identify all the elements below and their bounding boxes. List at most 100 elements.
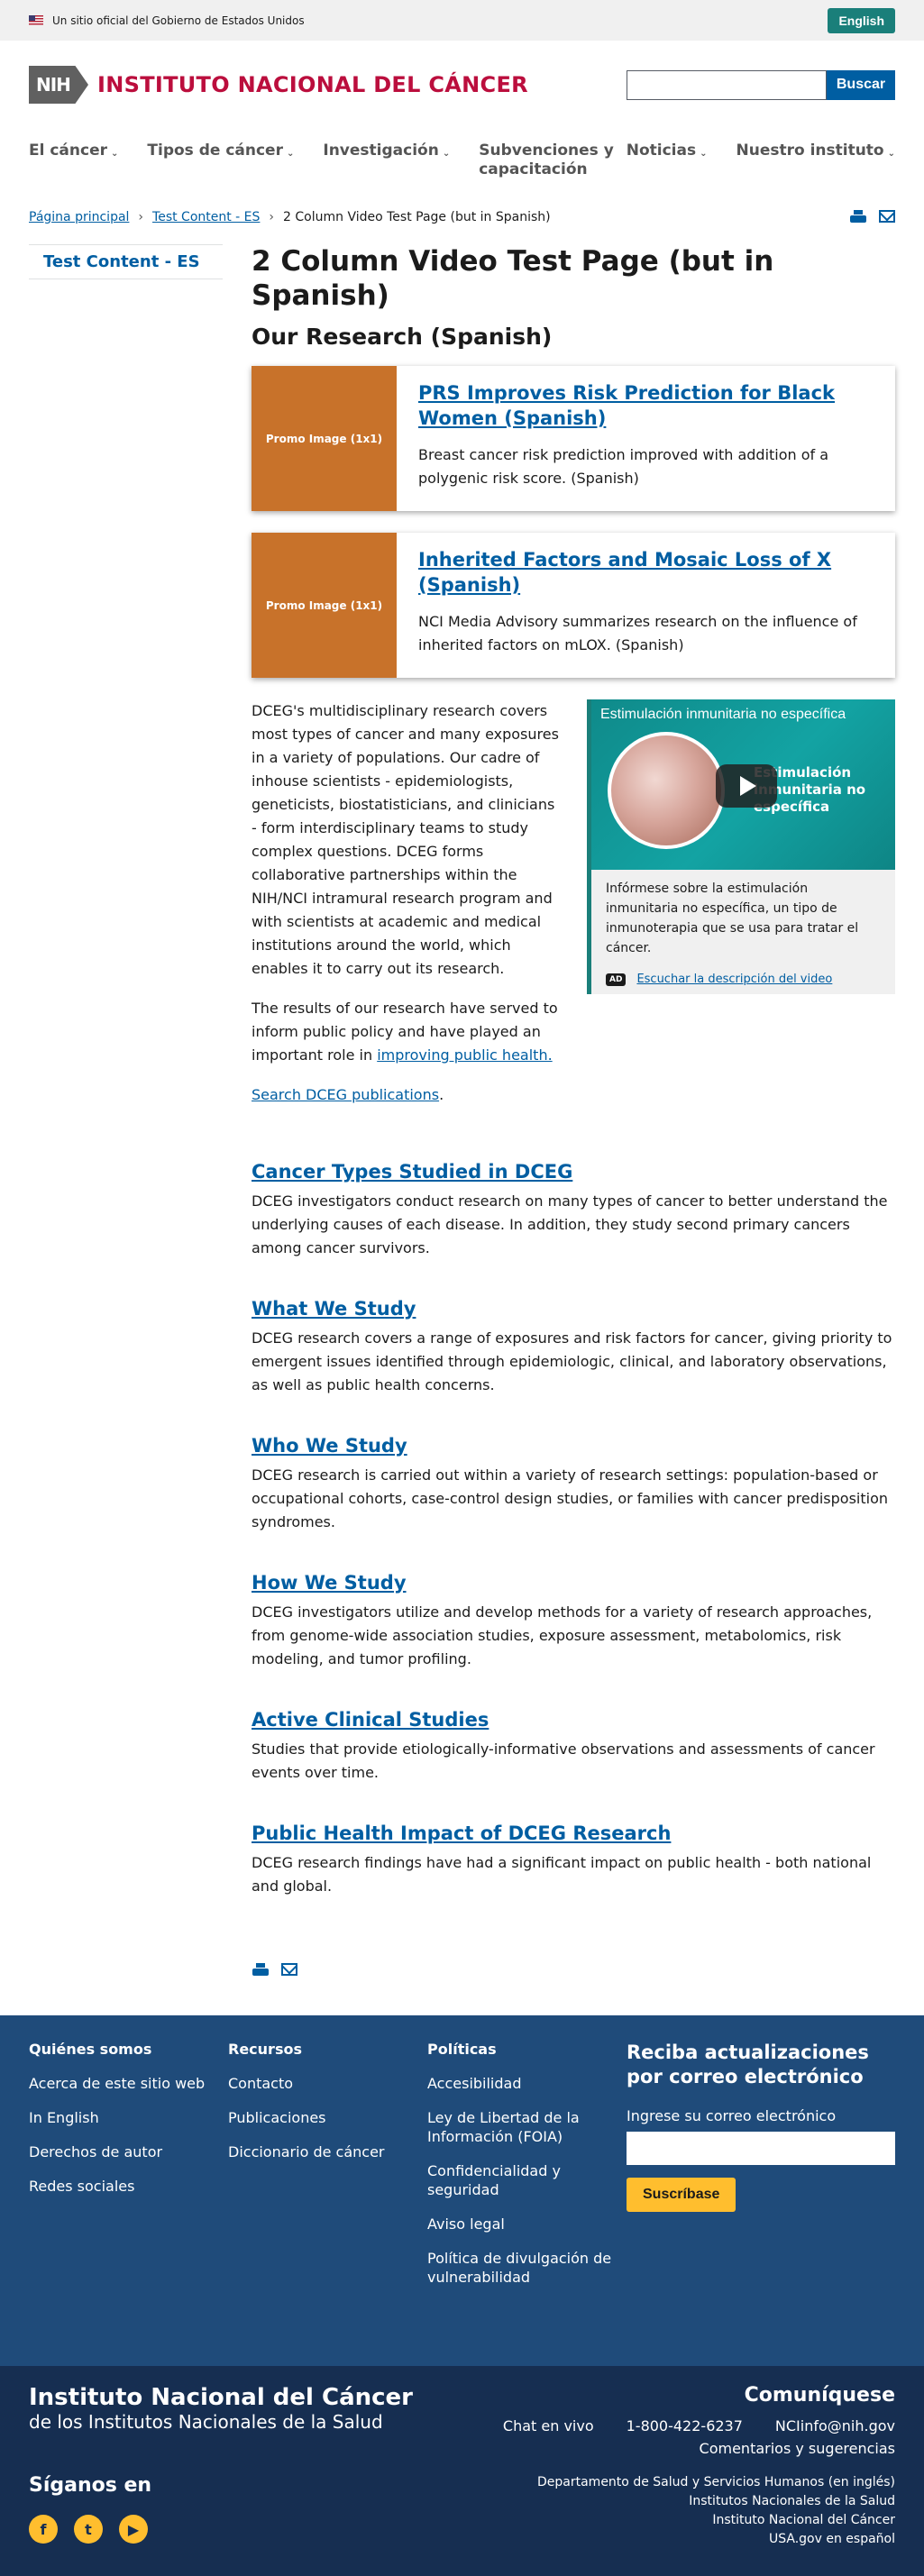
improving-public-health-link[interactable]: improving public health. bbox=[377, 1046, 552, 1064]
video-thumbnail[interactable]: Estimulación inmunitaria no específica E… bbox=[591, 699, 895, 870]
breadcrumb-parent-link[interactable]: Test Content - ES bbox=[152, 210, 260, 224]
site-footer: Quiénes somos Acerca de este sitio web I… bbox=[0, 2015, 924, 2366]
topic-text: DCEG investigators conduct research on m… bbox=[252, 1192, 888, 1256]
topic-text: DCEG research is carried out within a va… bbox=[252, 1466, 889, 1530]
chevron-down-icon: ⌄ bbox=[442, 149, 451, 159]
footer-link[interactable]: Diccionario de cáncer bbox=[228, 2142, 427, 2161]
footer-gov-link[interactable]: Departamento de Salud y Servicios Humano… bbox=[503, 2473, 895, 2492]
email-icon[interactable] bbox=[879, 210, 895, 223]
nav-item-tipos-de-cancer[interactable]: Tipos de cáncer ⌄ bbox=[147, 142, 294, 179]
footer-col-policies: Políticas Accesibilidad Ley de Libertad … bbox=[427, 2041, 627, 2341]
print-icon[interactable] bbox=[252, 1963, 269, 1978]
footer-link[interactable]: Aviso legal bbox=[427, 2215, 627, 2233]
footer-link[interactable]: Política de divulgación de vulnerabilida… bbox=[427, 2249, 627, 2287]
footer-org-name: Instituto Nacional del Cáncer bbox=[29, 2384, 414, 2411]
card-title-link[interactable]: PRS Improves Risk Prediction for Black W… bbox=[418, 380, 874, 431]
play-icon[interactable] bbox=[716, 764, 777, 808]
search-form: Buscar bbox=[627, 69, 895, 100]
footer-link[interactable]: Redes sociales bbox=[29, 2177, 228, 2196]
english-language-button[interactable]: English bbox=[828, 7, 895, 33]
footer-heading: Quiénes somos bbox=[29, 2041, 152, 2058]
topic-section: Active Clinical Studies Studies that pro… bbox=[252, 1709, 895, 1785]
chevron-down-icon: ⌄ bbox=[111, 149, 119, 159]
footer-link[interactable]: Publicaciones bbox=[228, 2108, 427, 2127]
gov-banner: Un sitio oficial del Gobierno de Estados… bbox=[0, 0, 924, 41]
footer-link[interactable]: In English bbox=[29, 2108, 228, 2127]
footer-col-about: Quiénes somos Acerca de este sitio web I… bbox=[29, 2041, 228, 2341]
search-input[interactable] bbox=[627, 69, 827, 100]
us-flag-icon bbox=[29, 15, 43, 25]
print-icon[interactable] bbox=[850, 210, 866, 224]
card-title-link[interactable]: Inherited Factors and Mosaic Loss of X (… bbox=[418, 547, 874, 598]
footer-gov-link[interactable]: USA.gov en español bbox=[503, 2530, 895, 2549]
subscribe-button[interactable]: Suscríbase bbox=[627, 2178, 736, 2212]
footer-link[interactable]: Acerca de este sitio web bbox=[29, 2074, 228, 2093]
card-description: NCI Media Advisory summarizes research o… bbox=[418, 613, 857, 653]
footer-gov-link[interactable]: Instituto Nacional del Cáncer bbox=[503, 2511, 895, 2530]
phone-link[interactable]: 1-800-422-6237 bbox=[627, 2417, 743, 2434]
topic-heading-link[interactable]: Cancer Types Studied in DCEG bbox=[252, 1161, 895, 1183]
body-paragraph: The results of our research have served … bbox=[252, 1000, 558, 1064]
page-utilities bbox=[850, 210, 895, 224]
email-link[interactable]: NCIinfo@nih.gov bbox=[775, 2417, 895, 2434]
breadcrumb-home-link[interactable]: Página principal bbox=[29, 210, 129, 224]
topic-text: DCEG research findings have had a signif… bbox=[252, 1854, 872, 1895]
footer-link[interactable]: Contacto bbox=[228, 2074, 427, 2093]
topic-heading-link[interactable]: How We Study bbox=[252, 1572, 895, 1594]
email-signup: Reciba actualizaciones por correo electr… bbox=[627, 2041, 895, 2341]
nci-logo[interactable]: NIH INSTITUTO NACIONAL DEL CÁNCER bbox=[29, 66, 528, 104]
twitter-icon[interactable]: t bbox=[74, 2515, 103, 2544]
footer-link[interactable]: Accesibilidad bbox=[427, 2074, 627, 2093]
topic-heading-link[interactable]: Who We Study bbox=[252, 1435, 895, 1457]
nav-item-subvenciones[interactable]: Subvenciones y capacitación bbox=[479, 142, 623, 179]
feature-card[interactable]: Promo Image (1x1) Inherited Factors and … bbox=[252, 533, 895, 678]
content-area: Test Content - ES 2 Column Video Test Pa… bbox=[0, 244, 924, 1898]
chevron-down-icon: ⌄ bbox=[286, 149, 295, 159]
topic-heading-link[interactable]: Active Clinical Studies bbox=[252, 1709, 895, 1731]
search-publications-link[interactable]: Search DCEG publications bbox=[252, 1086, 439, 1103]
topic-text: DCEG research covers a range of exposure… bbox=[252, 1329, 892, 1393]
nav-item-noticias[interactable]: Noticias ⌄ bbox=[627, 142, 708, 163]
comments-link[interactable]: Comentarios y sugerencias bbox=[503, 2440, 895, 2457]
chevron-right-icon: › bbox=[269, 210, 275, 224]
promo-image: Promo Image (1x1) bbox=[252, 533, 397, 678]
footer-link[interactable]: Confidencialidad y seguridad bbox=[427, 2161, 627, 2199]
nav-item-investigacion[interactable]: Investigación ⌄ bbox=[323, 142, 450, 179]
footer-gov-link[interactable]: Institutos Nacionales de la Salud bbox=[503, 2492, 895, 2511]
two-column-section: DCEG's multidisciplinary research covers… bbox=[252, 699, 895, 1123]
email-icon[interactable] bbox=[281, 1963, 297, 1976]
youtube-icon[interactable]: ▶ bbox=[119, 2515, 148, 2544]
footer-heading: Políticas bbox=[427, 2041, 497, 2058]
topic-text: Studies that provide etiologically-infor… bbox=[252, 1740, 875, 1781]
video-title: Estimulación inmunitaria no específica bbox=[600, 707, 846, 722]
email-field[interactable] bbox=[627, 2132, 895, 2165]
follow-us-heading: Síganos en bbox=[29, 2474, 152, 2497]
footer-link[interactable]: Ley de Libertad de la Información (FOIA) bbox=[427, 2108, 627, 2146]
contact-heading: Comuníquese bbox=[744, 2384, 895, 2407]
live-chat-link[interactable]: Chat en vivo bbox=[503, 2417, 594, 2434]
chevron-right-icon: › bbox=[138, 210, 144, 224]
audio-description-link[interactable]: Escuchar la descripción del video bbox=[636, 973, 832, 986]
footer-link[interactable]: Derechos de autor bbox=[29, 2142, 228, 2161]
sidebar-item-test-content[interactable]: Test Content - ES bbox=[29, 244, 223, 279]
page-title: 2 Column Video Test Page (but in Spanish… bbox=[252, 245, 774, 312]
signup-label: Ingrese su correo electrónico bbox=[627, 2107, 837, 2124]
topic-heading-link[interactable]: What We Study bbox=[252, 1298, 895, 1320]
footer-bottom: Instituto Nacional del Cáncer de los Ins… bbox=[0, 2366, 924, 2576]
feature-card[interactable]: Promo Image (1x1) PRS Improves Risk Pred… bbox=[252, 366, 895, 511]
sidebar: Test Content - ES bbox=[29, 244, 223, 1898]
nih-badge-icon: NIH bbox=[29, 66, 88, 104]
topic-heading-link[interactable]: Public Health Impact of DCEG Research bbox=[252, 1822, 895, 1844]
nav-item-el-cancer[interactable]: El cáncer ⌄ bbox=[29, 142, 118, 179]
breadcrumb: Página principal › Test Content - ES › 2… bbox=[29, 210, 551, 224]
video-caption: Infórmese sobre la estimulación inmunita… bbox=[606, 882, 859, 955]
logo-text: INSTITUTO NACIONAL DEL CÁNCER bbox=[97, 72, 528, 97]
facebook-icon[interactable]: f bbox=[29, 2515, 58, 2544]
topic-section: Who We Study DCEG research is carried ou… bbox=[252, 1435, 895, 1534]
promo-image: Promo Image (1x1) bbox=[252, 366, 397, 511]
search-button[interactable]: Buscar bbox=[827, 69, 895, 100]
topic-section: Public Health Impact of DCEG Research DC… bbox=[252, 1822, 895, 1898]
footer-heading: Recursos bbox=[228, 2041, 302, 2058]
topic-section: Cancer Types Studied in DCEG DCEG invest… bbox=[252, 1161, 895, 1260]
nav-item-nuestro-instituto[interactable]: Nuestro instituto ⌄ bbox=[736, 142, 895, 163]
